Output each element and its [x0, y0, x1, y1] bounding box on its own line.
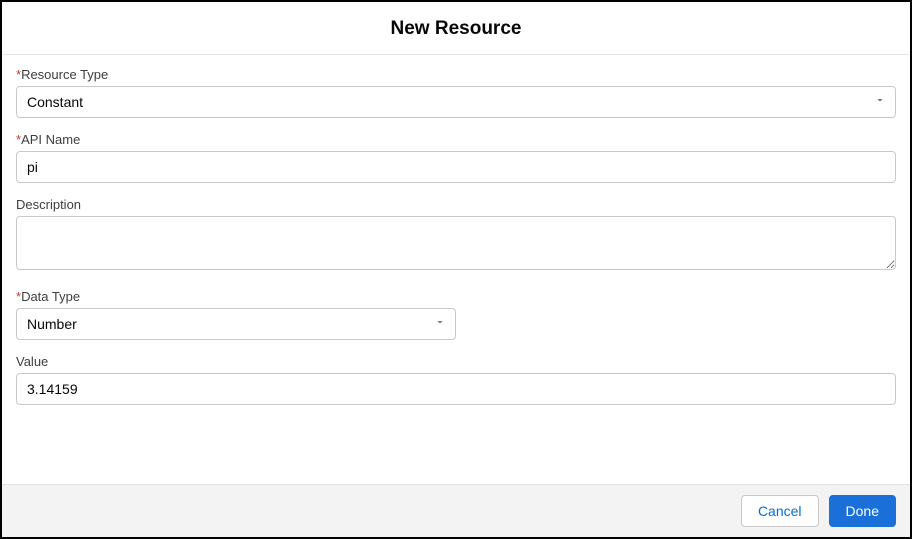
- cancel-button[interactable]: Cancel: [741, 495, 819, 527]
- resource-type-label: *Resource Type: [16, 67, 896, 82]
- field-description: Description: [16, 197, 896, 275]
- api-name-input[interactable]: [16, 151, 896, 183]
- done-button[interactable]: Done: [829, 495, 896, 527]
- field-data-type: *Data Type Number: [16, 289, 896, 340]
- resource-type-select[interactable]: Constant: [16, 86, 896, 118]
- data-type-label: *Data Type: [16, 289, 896, 304]
- dialog-title: New Resource: [2, 18, 910, 40]
- description-label: Description: [16, 197, 896, 212]
- api-name-label: *API Name: [16, 132, 896, 147]
- dialog-footer: Cancel Done: [2, 484, 910, 537]
- field-api-name: *API Name: [16, 132, 896, 183]
- resource-type-select-wrap: Constant: [16, 86, 896, 118]
- description-textarea[interactable]: [16, 216, 896, 270]
- data-type-select[interactable]: Number: [16, 308, 456, 340]
- field-value: Value: [16, 354, 896, 405]
- value-input[interactable]: [16, 373, 896, 405]
- field-resource-type: *Resource Type Constant: [16, 67, 896, 118]
- dialog-header: New Resource: [2, 2, 910, 55]
- value-label: Value: [16, 354, 896, 369]
- form-body: *Resource Type Constant *API Name Descri…: [2, 55, 910, 484]
- data-type-select-wrap: Number: [16, 308, 456, 340]
